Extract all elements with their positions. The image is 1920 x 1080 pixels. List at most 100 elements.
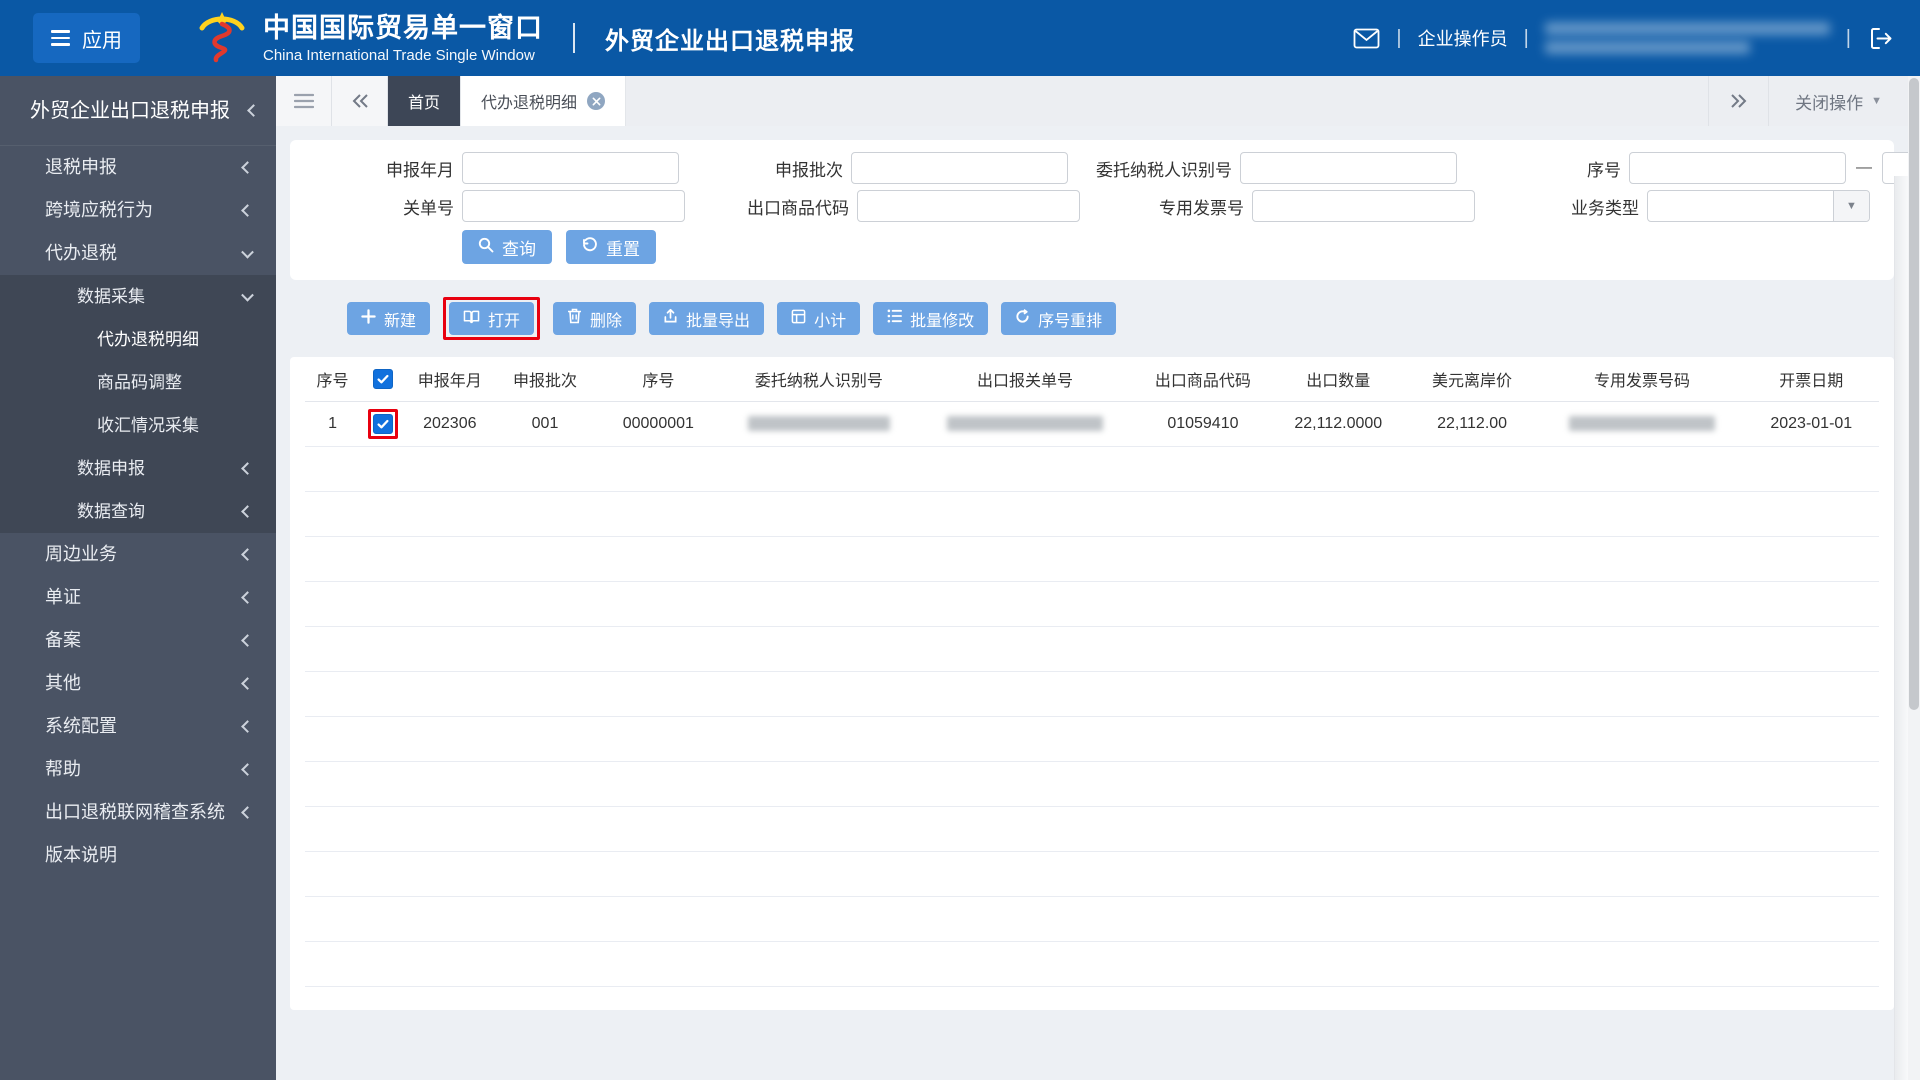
sidebar-item-label: 数据采集: [77, 287, 145, 306]
search-input[interactable]: [1240, 152, 1457, 184]
tab[interactable]: 首页: [388, 76, 462, 126]
sidebar-item[interactable]: 跨境应税行为: [0, 189, 276, 232]
tab[interactable]: 代办退税明细: [461, 76, 627, 126]
tab-label: 代办退税明细: [481, 95, 578, 112]
trash-icon: [567, 308, 582, 329]
column-header: 申报批次: [493, 357, 597, 402]
table-row-empty: [305, 536, 1879, 582]
chevron-left-icon: [241, 805, 254, 819]
field-label: 业务类型: [1571, 198, 1639, 218]
table-row-empty: [305, 671, 1879, 717]
sidebar-item[interactable]: 代办退税: [0, 232, 276, 275]
close-icon[interactable]: [587, 92, 606, 110]
table-row[interactable]: 1 202306 001 00000001 01059410 22,112.0000 22,…: [305, 401, 1879, 447]
sidebar-item-label: 跨境应税行为: [45, 200, 153, 220]
scroll-tabs-left-icon[interactable]: [332, 76, 388, 126]
sidebar-item[interactable]: 出口退税联网稽查系统: [0, 791, 276, 834]
table-row-empty: [305, 626, 1879, 672]
row-checkbox[interactable]: [372, 413, 393, 434]
header-separator: |: [1845, 26, 1851, 49]
search-input[interactable]: [1252, 190, 1475, 222]
tab-list-menu-icon[interactable]: [276, 76, 332, 126]
page-scrollbar-thumb[interactable]: [1909, 78, 1919, 710]
export-icon: [663, 308, 678, 329]
sidebar-item[interactable]: 版本说明: [0, 834, 276, 877]
sidebar-item-label: 代办退税: [45, 243, 117, 263]
chevron-left-icon: [241, 590, 254, 604]
data-grid-panel: 序号 申报年月 申报批次 序号 委托纳税人识别号 出口报关单号 出口商品代码 出口数量 美元离岸…: [290, 357, 1894, 1010]
content-scrollbar[interactable]: [1894, 176, 1908, 1080]
field-label: 委托纳税人识别号: [1096, 160, 1232, 180]
reorder-button[interactable]: 序号重排: [1001, 302, 1117, 335]
search-input-range-from[interactable]: [1629, 152, 1846, 184]
sidebar-item[interactable]: 数据采集: [0, 275, 276, 318]
select-all-checkbox[interactable]: [372, 368, 393, 389]
refresh-icon: [1015, 308, 1030, 329]
sidebar-item[interactable]: 系统配置: [0, 705, 276, 748]
field-label: 申报年月: [386, 160, 454, 180]
apps-menu-label: 应用: [82, 29, 122, 52]
search-input[interactable]: [851, 152, 1068, 184]
sidebar-item-label: 备案: [45, 630, 81, 650]
empty-cell: [305, 896, 1879, 942]
reset-button[interactable]: 重置: [566, 230, 656, 264]
table-row-empty: [305, 896, 1879, 942]
grid-toolbar: 新建 打开 删除 批量导出 小计 批量修改 序号重排: [347, 297, 1894, 340]
scroll-tabs-right-icon[interactable]: [1708, 76, 1768, 126]
sidebar-item-active[interactable]: 代办退税明细: [0, 318, 276, 361]
column-header: 出口报关单号: [917, 357, 1133, 402]
highlight-box: [367, 408, 398, 439]
hamburger-icon: [51, 30, 70, 46]
sidebar-item[interactable]: 商品码调整: [0, 361, 276, 404]
sidebar-item[interactable]: 数据申报: [0, 447, 276, 490]
batch-export-button[interactable]: 批量导出: [649, 302, 765, 335]
search-input[interactable]: [462, 152, 679, 184]
sidebar-item[interactable]: 退税申报: [0, 146, 276, 189]
table-cell: 01059410: [1132, 401, 1273, 447]
table-cell: 202306: [405, 401, 494, 447]
apps-menu-button[interactable]: 应用: [33, 13, 140, 63]
open-icon: [463, 309, 480, 329]
select-all-header: [360, 357, 406, 402]
customs-logo-icon: [195, 9, 249, 68]
table-header-row: 序号 申报年月 申报批次 序号 委托纳税人识别号 出口报关单号 出口商品代码 出口数量 美元离岸…: [305, 357, 1879, 402]
logout-icon[interactable]: [1867, 25, 1894, 52]
search-input[interactable]: [857, 190, 1080, 222]
mail-icon[interactable]: [1353, 28, 1380, 49]
sidebar-item[interactable]: 周边业务: [0, 533, 276, 576]
sidebar-item[interactable]: 帮助: [0, 748, 276, 791]
search-field: 业务类型 ▼: [1499, 190, 1870, 222]
business-type-select[interactable]: ▼: [1647, 190, 1870, 222]
sidebar-item-label: 代办退税明细: [97, 330, 199, 349]
batch-modify-button[interactable]: 批量修改: [873, 302, 989, 335]
chevron-left-icon: [241, 160, 254, 174]
sidebar-item[interactable]: 数据查询: [0, 490, 276, 533]
open-button[interactable]: 打开: [449, 302, 535, 335]
table-cell: 001: [493, 401, 597, 447]
close-operations-dropdown[interactable]: 关闭操作 ▼: [1768, 76, 1908, 126]
page-scrollbar[interactable]: [1908, 76, 1920, 1080]
brand-title: 中国国际贸易单一窗口: [263, 13, 543, 44]
column-header: 序号: [596, 357, 721, 402]
search-input[interactable]: [462, 190, 685, 222]
sidebar-item[interactable]: 其他: [0, 662, 276, 705]
search-field: 关单号: [314, 190, 685, 222]
new-button[interactable]: 新建: [347, 302, 431, 335]
field-label: 专用发票号: [1159, 198, 1244, 218]
button-label: 序号重排: [1038, 312, 1103, 330]
chevron-down-icon: ▼: [1871, 95, 1882, 107]
delete-button[interactable]: 删除: [553, 302, 637, 335]
empty-cell: [305, 626, 1879, 672]
button-label: 批量修改: [910, 312, 975, 330]
header-divider: [573, 23, 575, 53]
sidebar-item[interactable]: 收汇情况采集: [0, 404, 276, 447]
sidebar-title[interactable]: 外贸企业出口退税申报: [0, 76, 276, 146]
empty-cell: [305, 761, 1879, 807]
sidebar-item[interactable]: 单证: [0, 576, 276, 619]
query-button[interactable]: 查询: [462, 230, 552, 264]
sidebar-item[interactable]: 备案: [0, 619, 276, 662]
tab-bar-right: 关闭操作 ▼: [1708, 76, 1908, 126]
subtotal-button[interactable]: 小计: [777, 302, 861, 335]
field-label: 关单号: [403, 198, 454, 218]
list-icon: [887, 309, 903, 328]
